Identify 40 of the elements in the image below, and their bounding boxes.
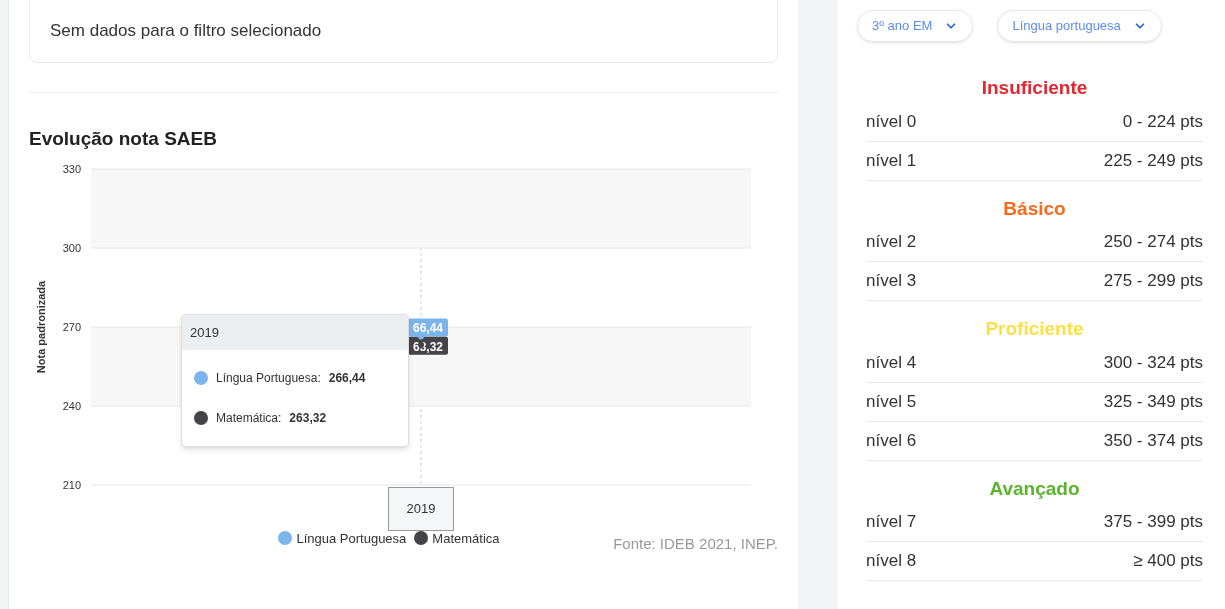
- level-range: 250 - 274 pts: [1103, 231, 1203, 254]
- level-name: nível 5: [866, 390, 917, 413]
- legend-label[interactable]: Matemática: [432, 528, 500, 548]
- level-name: nível 6: [866, 429, 917, 452]
- tooltip-label: Matemática:: [216, 410, 282, 427]
- source-note: Fonte: IDEB 2021, INEP.: [613, 533, 778, 554]
- y-axis-title: Nota padronizada: [35, 280, 47, 373]
- y-tick-label: 240: [62, 399, 81, 412]
- level-name: nível 7: [866, 511, 917, 534]
- notice-text: Sem dados para o filtro selecionado: [50, 21, 322, 40]
- x-axis-label: 2019: [388, 486, 454, 531]
- level-group-title: Proficiente: [985, 317, 1084, 341]
- level-group-title: Insuficiente: [981, 76, 1088, 100]
- level-range: 350 - 374 pts: [1103, 429, 1203, 452]
- level-range: 300 - 324 pts: [1103, 351, 1203, 374]
- level-range: 225 - 249 pts: [1103, 149, 1203, 172]
- y-tick-label: 210: [62, 478, 81, 491]
- level-name: nível 2: [866, 231, 917, 254]
- level-name: nível 1: [866, 149, 917, 172]
- y-tick-label: 270: [62, 320, 81, 333]
- tooltip-label: Língua Portuguesa:: [216, 370, 321, 387]
- level-name: nível 8: [866, 550, 917, 573]
- level-name: nível 0: [866, 110, 917, 133]
- level-name: nível 3: [866, 270, 917, 293]
- level-range: 275 - 299 pts: [1103, 270, 1203, 293]
- level-group-title: Básico: [1003, 196, 1066, 221]
- y-tick-label: 300: [62, 241, 81, 254]
- level-range: ≥ 400 pts: [1133, 550, 1203, 573]
- data-label: 66,44: [408, 318, 448, 336]
- legend-label[interactable]: Língua Portuguesa: [296, 528, 407, 548]
- level-range: 325 - 349 pts: [1103, 390, 1203, 413]
- tooltip-value: 263,32: [289, 410, 327, 427]
- y-tick-label: 330: [62, 162, 81, 175]
- chart-title: Evolução nota SAEB: [29, 127, 218, 151]
- level-name: nível 4: [866, 351, 917, 374]
- level-group-title: Avançado: [989, 476, 1080, 501]
- tooltip-title: 2019: [182, 314, 408, 350]
- tooltip-value: 266,44: [328, 370, 366, 387]
- level-range: 0 - 224 pts: [1122, 110, 1203, 133]
- level-range: 375 - 399 pts: [1103, 511, 1203, 534]
